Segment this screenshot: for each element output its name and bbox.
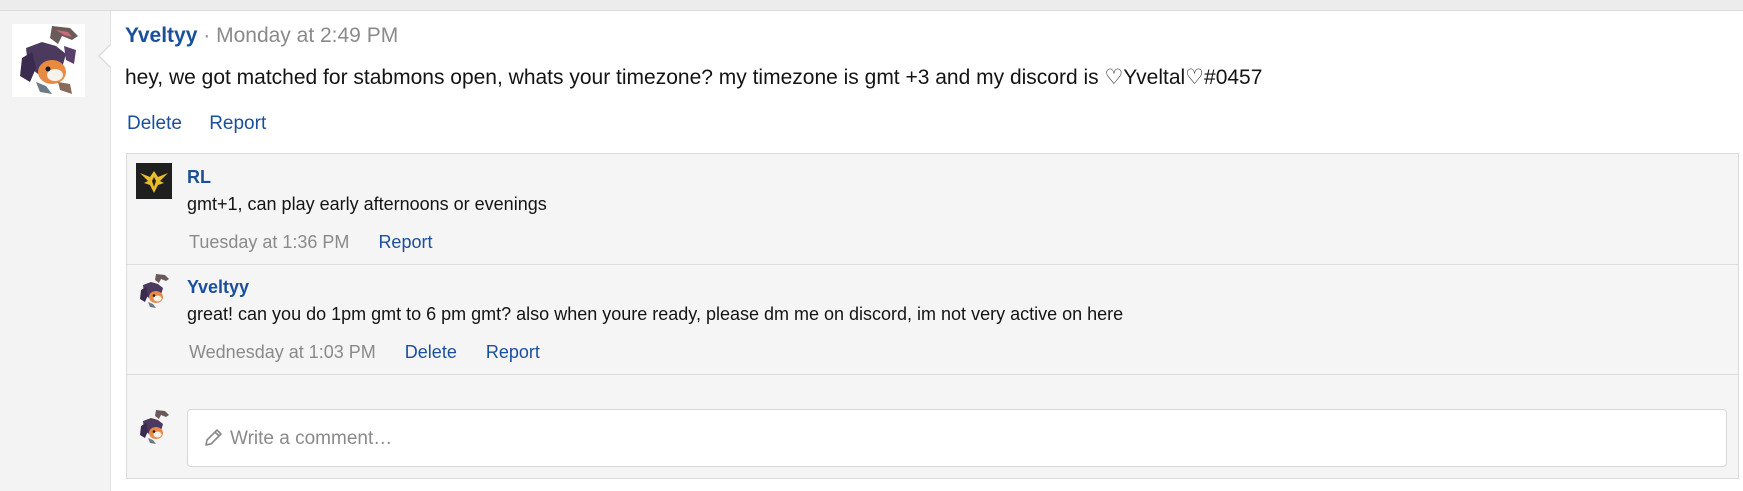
comment-text: gmt+1, can play early afternoons or even… bbox=[187, 194, 547, 214]
comment-author-avatar[interactable] bbox=[136, 273, 172, 309]
comment-report-link[interactable]: Report bbox=[486, 342, 540, 362]
post-header: Yveltyy · Monday at 2:49 PM bbox=[125, 24, 398, 48]
post-actions: Delete Report bbox=[127, 113, 288, 135]
comment-input[interactable] bbox=[228, 422, 1712, 456]
post-report-link[interactable]: Report bbox=[209, 113, 266, 134]
comment-text: great! can you do 1pm gmt to 6 pm gmt? a… bbox=[187, 304, 1124, 324]
yveltal-sprite-avatar-icon bbox=[12, 24, 85, 97]
comment-timestamp[interactable]: Wednesday at 1:03 PM bbox=[189, 342, 376, 362]
yveltal-sprite-avatar-icon bbox=[136, 409, 172, 445]
comment-timestamp[interactable]: Tuesday at 1:36 PM bbox=[189, 232, 349, 252]
comment-report-link[interactable]: Report bbox=[378, 232, 432, 252]
post-author-avatar[interactable] bbox=[12, 24, 85, 97]
post-timestamp[interactable]: Monday at 2:49 PM bbox=[216, 24, 398, 47]
comment-author-link[interactable]: Yveltyy bbox=[187, 277, 249, 298]
comment-author-avatar[interactable] bbox=[136, 163, 172, 199]
comment-meta: Wednesday at 1:03 PM Delete Report bbox=[189, 342, 564, 363]
comment-item: RL gmt+1, can play early afternoons or e… bbox=[127, 154, 1738, 265]
comment-composer[interactable] bbox=[187, 409, 1727, 467]
yveltal-sprite-avatar-icon bbox=[136, 273, 172, 309]
comment-item: Yveltyy great! can you do 1pm gmt to 6 p… bbox=[127, 264, 1738, 375]
post-author-link[interactable]: Yveltyy bbox=[125, 24, 197, 47]
comment-author-link[interactable]: RL bbox=[187, 167, 211, 188]
comment-meta: Tuesday at 1:36 PM Report bbox=[189, 232, 456, 253]
post-delete-link[interactable]: Delete bbox=[127, 113, 182, 134]
comment-delete-link[interactable]: Delete bbox=[405, 342, 457, 362]
top-strip bbox=[0, 0, 1743, 11]
post-meta-separator: · bbox=[203, 24, 211, 47]
post-pointer-arrow-fill bbox=[100, 45, 111, 67]
pencil-icon bbox=[205, 429, 222, 446]
post-message: hey, we got matched for stabmons open, w… bbox=[125, 66, 1263, 89]
team-instinct-avatar-icon bbox=[136, 163, 172, 199]
current-user-avatar[interactable] bbox=[136, 409, 172, 445]
comments-section: RL gmt+1, can play early afternoons or e… bbox=[126, 153, 1739, 479]
